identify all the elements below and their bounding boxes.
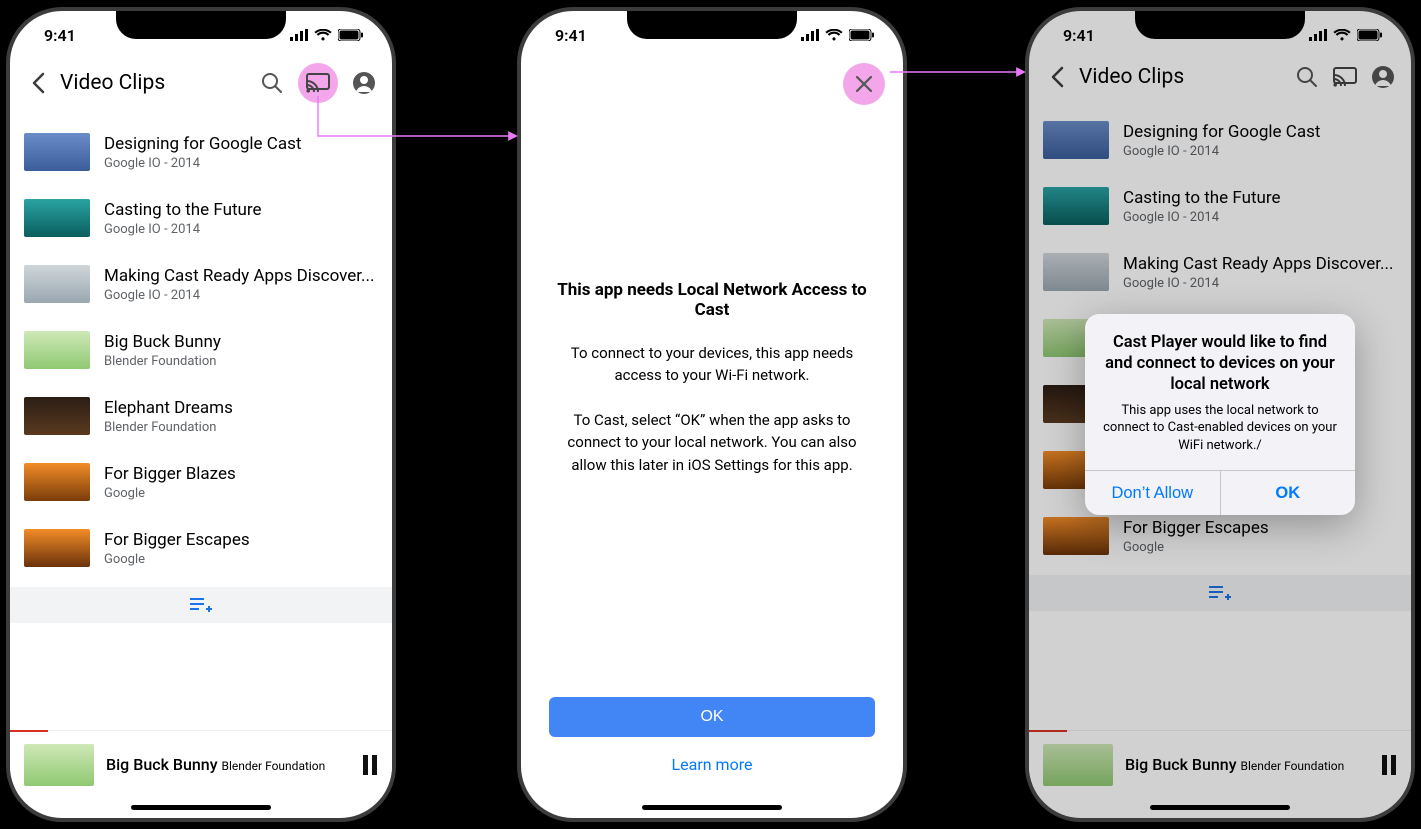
video-title: For Bigger Blazes: [104, 464, 236, 484]
status-right: [801, 29, 875, 41]
video-subtitle: Google IO - 2014: [104, 222, 262, 237]
pause-icon[interactable]: [362, 755, 378, 775]
video-title: Elephant Dreams: [104, 398, 233, 418]
status-bar: 9:41: [10, 11, 392, 59]
cellular-icon: [1309, 29, 1327, 41]
wifi-icon: [825, 29, 843, 41]
thumbnail: [24, 463, 90, 501]
info-paragraph-2: To Cast, select “OK” when the app asks t…: [553, 409, 871, 477]
list-item[interactable]: For Bigger Escapes Google: [10, 515, 392, 581]
progress-indicator: [10, 730, 48, 732]
video-subtitle: Google: [104, 486, 236, 501]
thumbnail: [24, 397, 90, 435]
playlist-add-icon: [190, 597, 212, 613]
now-playing-thumbnail: [24, 744, 94, 786]
list-item[interactable]: Big Buck Bunny Blender Foundation: [10, 317, 392, 383]
info-paragraph-1: To connect to your devices, this app nee…: [553, 342, 871, 387]
wifi-icon: [1333, 29, 1351, 41]
cellular-icon: [801, 29, 819, 41]
cellular-icon: [290, 29, 308, 41]
alert-deny-button[interactable]: Don’t Allow: [1085, 471, 1221, 515]
phone-alert: 9:41 Video Clips Designing for Google Ca…: [1025, 7, 1415, 822]
home-indicator[interactable]: [1150, 805, 1290, 810]
alert-title: Cast Player would like to find and conne…: [1101, 332, 1339, 396]
list-item[interactable]: Elephant Dreams Blender Foundation: [10, 383, 392, 449]
account-icon[interactable]: [350, 69, 378, 97]
video-subtitle: Google IO - 2014: [104, 156, 301, 171]
close-button[interactable]: [843, 63, 885, 105]
video-subtitle: Google: [104, 552, 250, 567]
alert-ok-button[interactable]: OK: [1221, 471, 1356, 515]
battery-icon: [1357, 29, 1383, 41]
list-item[interactable]: Making Cast Ready Apps Discover... Google…: [10, 251, 392, 317]
home-indicator[interactable]: [131, 805, 271, 810]
status-time: 9:41: [44, 26, 76, 45]
status-time: 9:41: [555, 26, 587, 45]
back-icon[interactable]: [24, 69, 52, 97]
phone-list: 9:41 Video Clips Designing for Google Ca…: [6, 7, 396, 822]
thumbnail: [24, 331, 90, 369]
thumbnail: [24, 265, 90, 303]
queue-bar[interactable]: [10, 587, 392, 623]
alert-body: This app uses the local network to conne…: [1101, 402, 1339, 469]
now-playing-subtitle: Blender Foundation: [222, 759, 326, 773]
thumbnail: [24, 199, 90, 237]
status-right: [290, 29, 364, 41]
thumbnail: [24, 133, 90, 171]
battery-icon: [338, 29, 364, 41]
status-time: 9:41: [1063, 26, 1095, 45]
app-bar: Video Clips: [10, 59, 392, 119]
list-item[interactable]: Designing for Google Cast Google IO - 201…: [10, 119, 392, 185]
thumbnail: [24, 529, 90, 567]
video-subtitle: Blender Foundation: [104, 420, 233, 435]
status-bar: 9:41: [1029, 11, 1411, 59]
list-item[interactable]: Casting to the Future Google IO - 2014: [10, 185, 392, 251]
cast-icon[interactable]: [298, 63, 338, 103]
battery-icon: [849, 29, 875, 41]
status-right: [1309, 29, 1383, 41]
list-item[interactable]: For Bigger Blazes Google: [10, 449, 392, 515]
search-icon[interactable]: [258, 69, 286, 97]
wifi-icon: [314, 29, 332, 41]
video-title: Casting to the Future: [104, 200, 262, 220]
now-playing-bar[interactable]: Big Buck Bunny Blender Foundation: [10, 730, 392, 798]
video-title: Big Buck Bunny: [104, 332, 221, 352]
home-indicator[interactable]: [642, 805, 782, 810]
info-heading: This app needs Local Network Access to C…: [553, 280, 871, 320]
local-network-alert: Cast Player would like to find and conne…: [1085, 314, 1355, 516]
page-title: Video Clips: [60, 71, 248, 95]
close-icon: [855, 75, 873, 93]
video-title: Making Cast Ready Apps Discover...: [104, 266, 374, 286]
video-title: For Bigger Escapes: [104, 530, 250, 550]
ok-button[interactable]: OK: [549, 697, 875, 737]
video-subtitle: Google IO - 2014: [104, 288, 374, 303]
status-bar: 9:41: [521, 11, 903, 59]
now-playing-title: Big Buck Bunny: [106, 755, 218, 774]
video-subtitle: Blender Foundation: [104, 354, 221, 369]
video-title: Designing for Google Cast: [104, 134, 301, 154]
learn-more-link[interactable]: Learn more: [549, 755, 875, 774]
info-body: This app needs Local Network Access to C…: [521, 59, 903, 697]
video-list[interactable]: Designing for Google Cast Google IO - 201…: [10, 119, 392, 581]
phone-info: 9:41 This app needs Local Network Access…: [517, 7, 907, 822]
